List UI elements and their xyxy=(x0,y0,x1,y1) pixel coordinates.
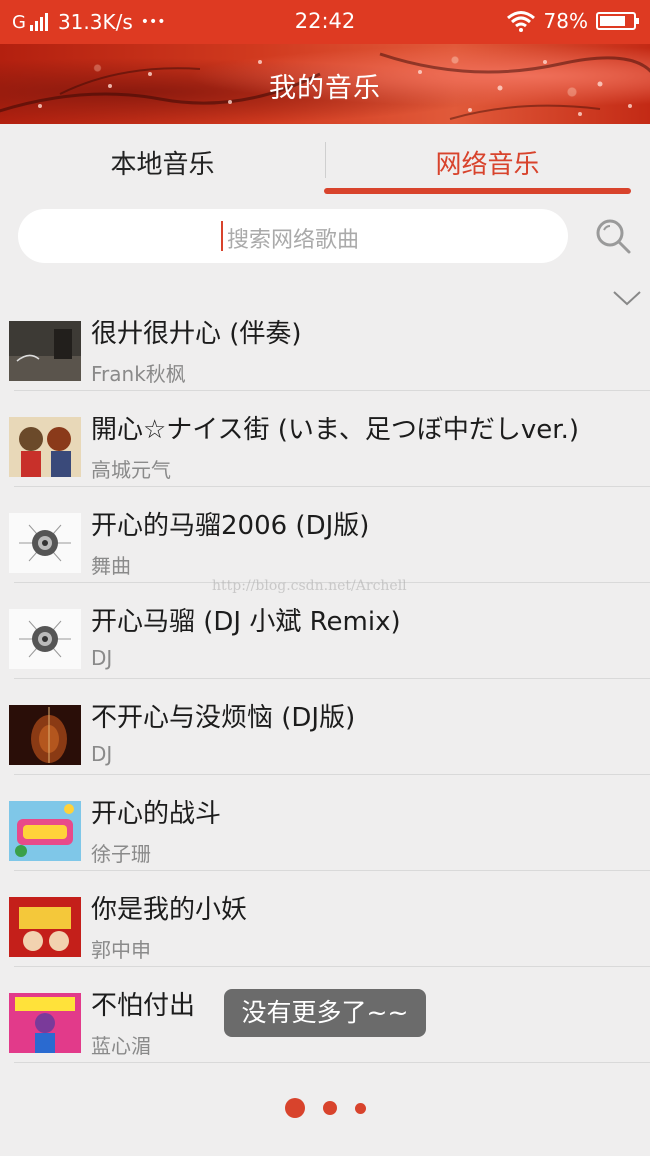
song-title: 开心的马骝2006 (DJ版) xyxy=(91,511,370,541)
song-artist: Frank秋枫 xyxy=(91,362,186,386)
wifi-icon xyxy=(506,11,535,32)
search-icon[interactable] xyxy=(594,217,632,255)
song-row[interactable]: 开心的马骝2006 (DJ版) 舞曲 xyxy=(0,487,650,583)
song-list: 很廾很廾心 (伴奏) Frank秋枫 開心☆ナイス街 (いま、足つぼ中だしver… xyxy=(0,295,650,1063)
song-row[interactable]: 很廾很廾心 (伴奏) Frank秋枫 xyxy=(0,295,650,391)
song-title: 你是我的小妖 xyxy=(91,895,248,925)
song-row[interactable]: 你是我的小妖 郭中申 xyxy=(0,871,650,967)
album-cover xyxy=(9,417,81,477)
album-cover xyxy=(9,321,81,381)
active-tab-indicator xyxy=(324,188,631,194)
song-artist: 舞曲 xyxy=(91,554,131,578)
song-artist: 徐子珊 xyxy=(91,842,151,866)
toast-message: 没有更多了~~ xyxy=(224,989,426,1037)
song-title: 不开心与没烦恼 (DJ版) xyxy=(91,703,356,733)
song-title: 開心☆ナイス街 (いま、足つぼ中だしver.) xyxy=(91,415,579,445)
song-row[interactable]: 不开心与没烦恼 (DJ版) DJ xyxy=(0,679,650,775)
album-cover xyxy=(9,897,81,957)
page-indicator xyxy=(0,1098,650,1118)
song-row[interactable]: 開心☆ナイス街 (いま、足つぼ中だしver.) 高城元气 xyxy=(0,391,650,487)
song-title: 开心马骝 (DJ 小斌 Remix) xyxy=(91,607,401,637)
album-cover xyxy=(9,993,81,1053)
song-row[interactable]: 开心的战斗 徐子珊 xyxy=(0,775,650,871)
page-dot-2[interactable] xyxy=(322,1101,337,1115)
album-cover xyxy=(9,705,81,765)
battery-percent: 78% xyxy=(543,9,588,33)
page-title: 我的音乐 xyxy=(269,73,381,104)
battery-icon xyxy=(596,12,639,30)
album-cover xyxy=(9,801,81,861)
status-bar: G 31.3K/s ••• 22:42 78% xyxy=(0,0,650,44)
album-cover xyxy=(9,609,81,669)
search-placeholder: 搜索网络歌曲 xyxy=(226,228,359,253)
song-row[interactable]: 开心马骝 (DJ 小斌 Remix) DJ xyxy=(0,583,650,679)
song-title: 很廾很廾心 (伴奏) xyxy=(91,319,302,349)
watermark: http://blog.csdn.net/Archell xyxy=(212,578,407,594)
song-artist: DJ xyxy=(91,742,113,766)
text-cursor xyxy=(221,221,223,251)
song-artist: 蓝心湄 xyxy=(91,1034,151,1058)
page-dot-1[interactable] xyxy=(284,1098,305,1118)
song-artist: DJ xyxy=(91,646,113,670)
status-right: 78% xyxy=(506,9,639,33)
song-title: 开心的战斗 xyxy=(91,799,222,829)
page-dot-3[interactable] xyxy=(354,1102,366,1114)
album-cover xyxy=(9,513,81,573)
search-input[interactable]: 搜索网络歌曲 xyxy=(18,209,568,263)
tab-local-music[interactable]: 本地音乐 xyxy=(0,124,325,200)
song-artist: 高城元气 xyxy=(91,458,171,482)
song-artist: 郭中申 xyxy=(91,938,151,962)
row-divider xyxy=(14,1062,650,1063)
song-title: 不怕付出 xyxy=(91,991,196,1021)
header-banner: 我的音乐 xyxy=(0,44,650,124)
